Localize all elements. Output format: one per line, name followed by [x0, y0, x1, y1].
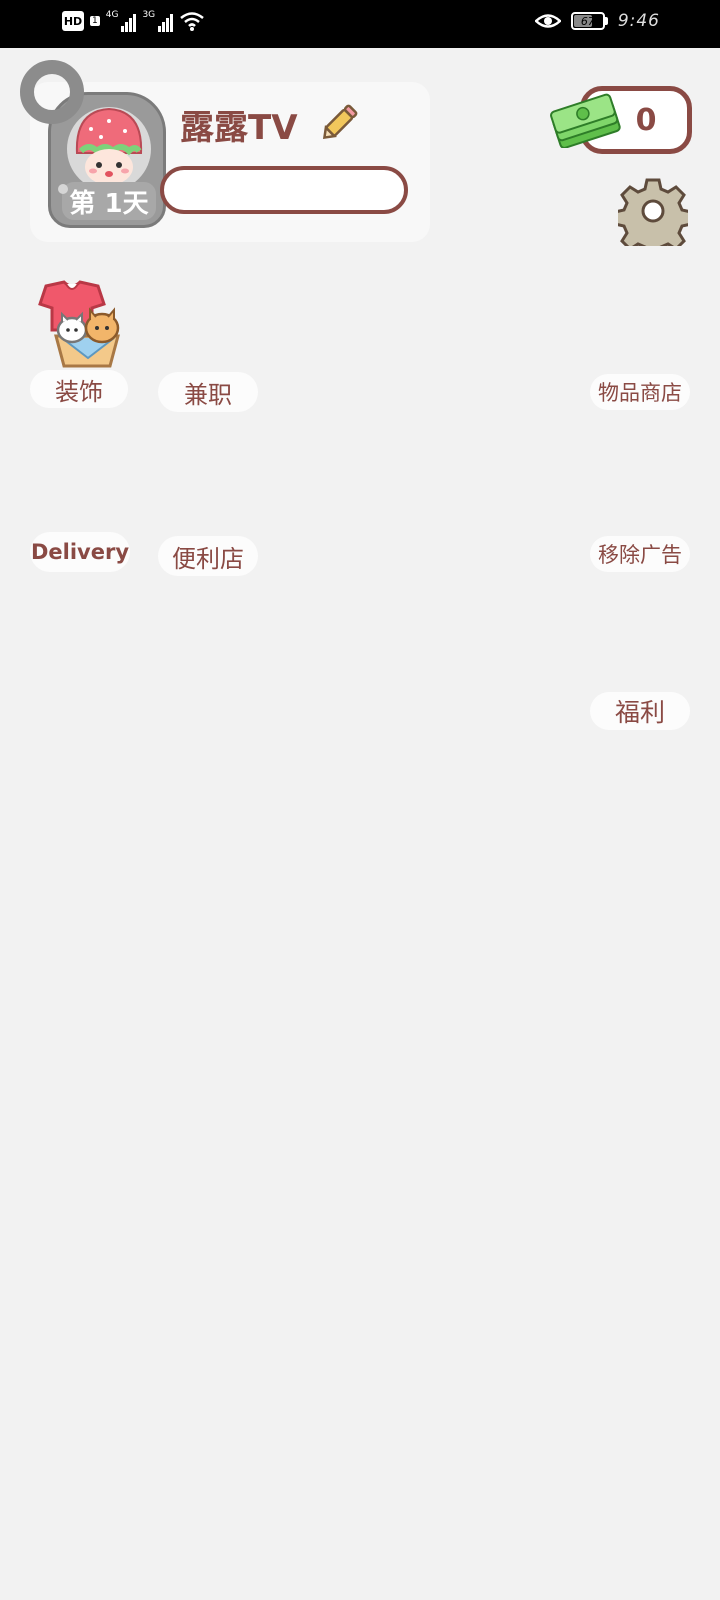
- username: 露露TV: [180, 108, 298, 148]
- network-4g-label: 4G: [105, 10, 119, 20]
- wifi-icon: [180, 12, 204, 31]
- gear-icon[interactable]: [618, 176, 688, 246]
- remove-ads-label: 移除广告: [598, 543, 682, 567]
- sim-slot-label: 1: [90, 16, 100, 26]
- status-right: 67 9:46: [534, 10, 660, 32]
- status-left: HD 1 4G 3G: [62, 10, 205, 32]
- network-3g-label: 3G: [142, 10, 156, 20]
- signal-4g-icon: 4G: [106, 10, 137, 32]
- convenience-store-button[interactable]: 便利店: [158, 536, 258, 576]
- eye-comfort-icon: [534, 14, 561, 28]
- convenience-store-label: 便利店: [172, 544, 244, 573]
- welfare-button[interactable]: 福利: [590, 692, 690, 730]
- part-time-label: 兼职: [184, 380, 232, 409]
- item-shop-button[interactable]: 物品商店: [590, 374, 690, 410]
- clothing-basket-icon[interactable]: [32, 280, 128, 370]
- day-label: 第 1天: [69, 188, 149, 219]
- remove-ads-button[interactable]: 移除广告: [590, 536, 690, 572]
- signal-3g-icon: 3G: [142, 10, 174, 32]
- battery-level: 67: [580, 14, 595, 28]
- day-counter-badge: 第 1天: [58, 182, 156, 220]
- money-amount: 0: [635, 102, 657, 138]
- battery-icon: 67: [570, 12, 605, 30]
- status-clock: 9:46: [617, 11, 660, 31]
- welfare-label: 福利: [614, 698, 665, 727]
- part-time-job-button[interactable]: 兼职: [158, 372, 258, 412]
- decoration-label: 装饰: [55, 377, 103, 406]
- ring-icon[interactable]: [20, 60, 84, 124]
- pencil-edit-icon[interactable]: [318, 100, 362, 144]
- delivery-label: Delivery: [30, 540, 130, 564]
- status-bar: HD 1 4G 3G 67 9:46: [0, 0, 720, 48]
- cash-stack-icon: [550, 93, 621, 148]
- decoration-button[interactable]: 装饰: [30, 370, 128, 408]
- delivery-button[interactable]: Delivery: [30, 532, 130, 572]
- item-shop-label: 物品商店: [598, 381, 682, 405]
- hd-icon: HD: [62, 11, 84, 31]
- experience-progress-bar: [160, 166, 408, 214]
